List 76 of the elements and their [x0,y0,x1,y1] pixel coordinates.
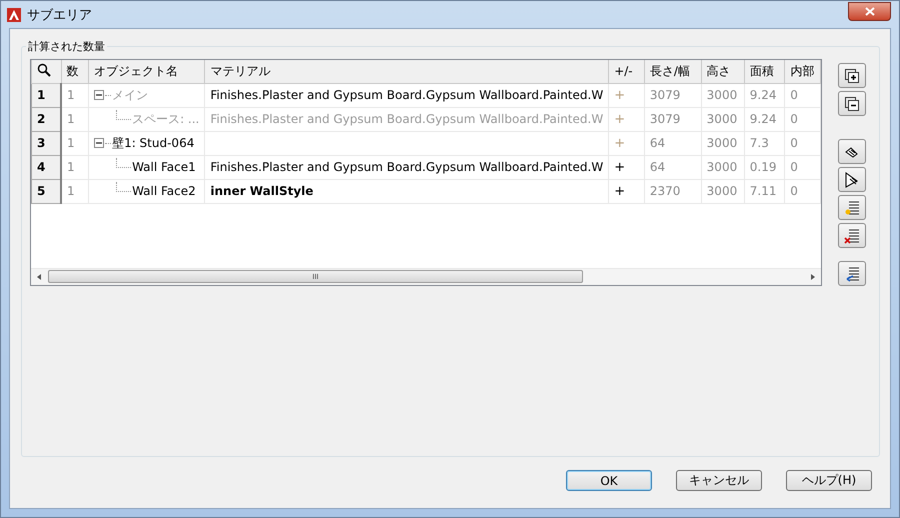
sign-value: + [614,88,626,102]
object-name: 壁1: Stud-064 [112,134,194,152]
column-header[interactable]: マテリアル [204,60,609,83]
material-name: Finishes.Plaster and Gypsum Board.Gypsum Wallboard.Painted.W [210,160,604,174]
length-value: 64 [650,160,666,174]
collapse-icon[interactable] [94,138,104,148]
length-value: 64 [650,136,666,150]
list-arrow-icon [844,266,860,282]
inner-value: 0 [790,112,798,126]
window-title: サブエリア [27,6,93,24]
insert-row-button[interactable] [838,261,866,286]
delete-row-button[interactable] [838,223,866,248]
object-name: スペース: ... [132,110,200,128]
group-label: 計算された数量 [27,39,106,54]
material-name: Finishes.Plaster and Gypsum Board.Gypsum Wallboard.Painted.W [210,88,604,102]
object-name: メイン [112,86,148,104]
column-header[interactable]: 内部 [784,60,820,83]
height-value: 3000 [706,88,738,102]
app-logo-icon [7,8,21,22]
sign-value: + [614,184,626,198]
inner-value: 0 [790,160,798,174]
height-value: 3000 [706,112,738,126]
row-number[interactable]: 2 [32,107,62,131]
count-value: 1 [67,88,75,102]
add-box-icon [845,68,859,82]
column-header[interactable]: 長さ/幅 [644,60,702,83]
column-header[interactable]: オブジェクト名 [88,60,205,83]
close-button[interactable] [848,2,891,21]
count-value: 1 [67,160,75,174]
minus-box-icon [845,96,859,110]
row-number[interactable]: 5 [32,179,62,203]
column-header[interactable]: +/- [608,60,644,83]
close-icon [864,7,874,16]
sign-value: + [614,136,626,150]
dialog-button[interactable]: OK [566,470,652,491]
area-value: 7.11 [750,184,777,198]
sign-value: + [614,112,626,126]
length-value: 3079 [650,112,680,126]
area-value: 7.3 [750,136,769,150]
collapse-icon[interactable] [94,90,104,100]
expand-all-button[interactable] [838,63,866,88]
pick-button[interactable] [838,167,866,192]
area-value: 9.24 [750,88,777,102]
column-header[interactable]: 高さ [701,60,744,83]
column-header[interactable]: 面積 [744,60,785,83]
inner-value: 0 [790,88,798,102]
select-button[interactable] [838,139,866,164]
count-value: 1 [67,136,75,150]
inner-value: 0 [790,136,798,150]
length-value: 2370 [650,184,680,198]
material-name: inner WallStyle [210,184,314,198]
row-number[interactable]: 4 [32,155,62,179]
column-header[interactable]: 数 [61,60,89,83]
height-value: 3000 [706,160,738,174]
row-number[interactable]: 3 [32,131,62,155]
area-value: 0.19 [750,160,777,174]
material-name: Finishes.Plaster and Gypsum Board.Gypsum Wallboard.Painted.W [210,112,604,126]
height-value: 3000 [706,184,738,198]
inner-value: 0 [790,184,798,198]
area-value: 9.24 [750,112,777,126]
sign-value: + [614,160,626,174]
add-row-button[interactable] [838,195,866,220]
dialog-button[interactable]: ヘルプ(H) [786,470,872,491]
collapse-all-button[interactable] [838,91,866,116]
search-header[interactable] [32,60,62,83]
row-number[interactable]: 1 [32,83,62,107]
height-value: 3000 [706,136,738,150]
dialog-button[interactable]: キャンセル [676,470,762,491]
search-icon [37,62,51,77]
object-name: Wall Face1 [132,160,196,174]
object-name: Wall Face2 [132,184,196,198]
list-star-icon [844,200,860,216]
list-delete-icon [844,228,860,244]
count-value: 1 [67,112,75,126]
count-value: 1 [67,184,75,198]
length-value: 3079 [650,88,680,102]
